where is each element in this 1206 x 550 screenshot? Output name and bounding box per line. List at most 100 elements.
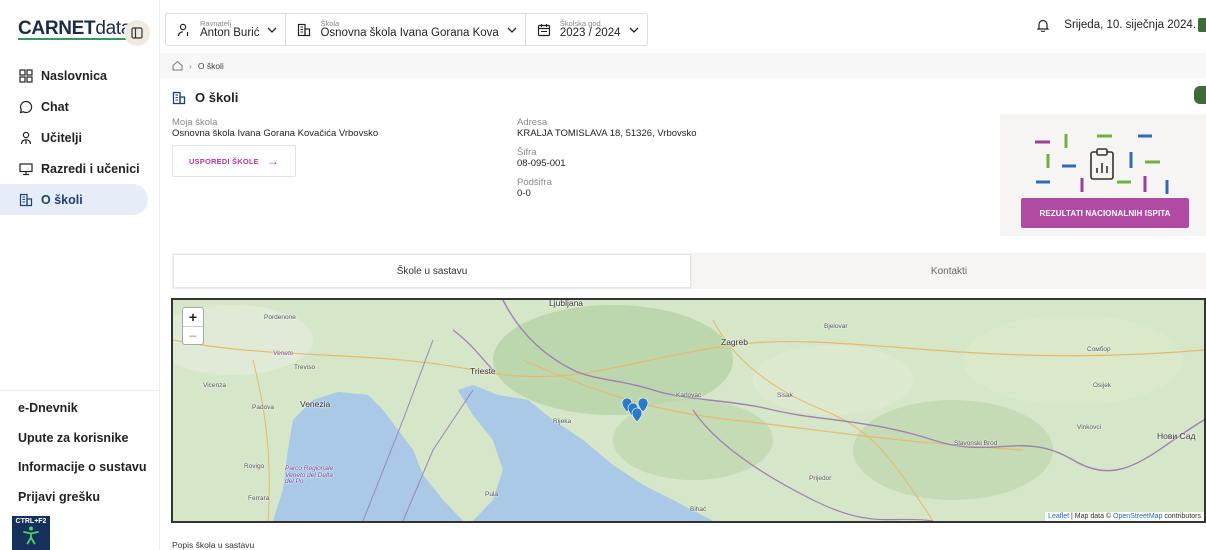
chevron-down-icon	[629, 25, 639, 35]
attribution-text: | Map data ©	[1069, 513, 1114, 520]
sidebar-item-ucitelji[interactable]: Učitelji	[8, 122, 148, 153]
top-bar: Ravnatelj Anton Burić Škola Osnovna škol…	[160, 0, 1206, 48]
sidebar: CARNETdata Naslovnica Chat Učitelji Razr…	[0, 0, 160, 550]
footer-link-e-dnevnik[interactable]: e-Dnevnik	[18, 399, 147, 429]
chevron-down-icon	[267, 25, 277, 35]
brand-main: CARNET	[18, 18, 96, 39]
principal-value: Anton Burić	[200, 27, 260, 40]
address-label: Adresa	[517, 117, 548, 128]
map-label-bjelovar: Bjelovar	[824, 323, 848, 330]
context-selectors: Ravnatelj Anton Burić Škola Osnovna škol…	[165, 13, 648, 46]
sidebar-collapse-button[interactable]	[124, 20, 150, 46]
compare-schools-label: USPOREDI ŠKOLE	[188, 156, 259, 166]
page-title: O školi	[172, 90, 238, 105]
accessibility-shortcut: CTRL+F2	[15, 518, 47, 525]
map-attribution: Leaflet | Map data © OpenStreetMap contr…	[1045, 512, 1204, 521]
breadcrumb: › O školi	[160, 53, 1206, 78]
school-list-title: Popis škola u sastavu	[172, 540, 255, 550]
map-label-treviso: Treviso	[294, 364, 316, 371]
subcode-label: Podšifra	[517, 177, 552, 188]
dashboard-icon	[18, 68, 34, 84]
map-label-veneto: Veneto	[273, 350, 294, 357]
accessibility-icon	[23, 526, 39, 545]
map-label-bihac: Bihać	[690, 506, 707, 513]
sidebar-item-o-skoli[interactable]: O školi	[0, 184, 148, 215]
map-label-rijeka: Rijeka	[553, 418, 572, 425]
school-year-selector[interactable]: Školska god. 2023 / 2024	[526, 14, 647, 45]
school-map[interactable]: Ljubljana Zagreb Trieste Venezia Rijeka …	[171, 298, 1206, 523]
current-date: Srijeda, 10. siječnja 2024.	[1064, 19, 1196, 31]
map-label-po-delta: Parco Regionale Veneto del Delta del Po	[285, 465, 334, 485]
map-label-pula: Pula	[485, 491, 499, 498]
breadcrumb-current: O školi	[197, 60, 224, 71]
side-badge[interactable]	[1194, 86, 1206, 104]
sidebar-item-chat[interactable]: Chat	[8, 91, 148, 122]
school-icon	[172, 91, 186, 105]
openstreetmap-link[interactable]: OpenStreetMap	[1113, 513, 1162, 520]
school-value: Osnovna škola Ivana Gorana Kova	[320, 27, 499, 40]
footer-link-prijavi-gresku[interactable]: Prijavi grešku	[18, 488, 147, 518]
subcode-value: 0-0	[517, 188, 531, 199]
exam-results-illustration	[1035, 134, 1169, 194]
teacher-icon	[18, 130, 34, 146]
footer-link-informacije[interactable]: Informacije o sustavu	[18, 458, 147, 488]
map-label-sombor: Сомбор	[1087, 346, 1111, 353]
compare-schools-button[interactable]: USPOREDI ŠKOLE →	[172, 145, 296, 177]
code-label: Šifra	[517, 147, 537, 158]
school-tabs: Škole u sastavu Kontakti	[172, 253, 1206, 289]
school-icon	[18, 192, 34, 208]
map-label-sisak: Sisak	[777, 392, 793, 399]
zoom-in-button[interactable]: +	[183, 308, 203, 326]
map-label-venezia: Venezia	[300, 399, 331, 409]
code-value: 08-095-001	[517, 158, 566, 169]
national-exam-results-button[interactable]: REZULTATI NACIONALNIH ISPITA	[1021, 198, 1189, 228]
map-label-osijek: Osijek	[1093, 382, 1112, 389]
map-label-pordenone: Pordenone	[264, 314, 296, 321]
header-right: Srijeda, 10. siječnja 2024.	[1036, 18, 1206, 32]
map-label-novi-sad: Нови Сад	[1157, 431, 1196, 441]
panel-toggle-icon	[131, 27, 143, 39]
map-label-karlovac: Karlovac	[676, 392, 702, 399]
tab-kontakti[interactable]: Kontakti	[692, 253, 1206, 289]
sidebar-divider	[0, 390, 160, 391]
sidebar-item-razredi[interactable]: Razredi i učenici	[8, 153, 148, 184]
accessibility-button[interactable]: CTRL+F2	[12, 516, 50, 550]
school-year-value: 2023 / 2024	[559, 27, 621, 40]
school-selector[interactable]: Škola Osnovna škola Ivana Gorana Kova	[286, 14, 526, 45]
tab-skole-u-sastavu[interactable]: Škole u sastavu	[173, 254, 691, 288]
sidebar-footer-links: e-Dnevnik Upute za korisnike Informacije…	[18, 399, 147, 517]
map-label-ferrara: Ferrara	[248, 495, 270, 502]
classroom-icon	[18, 161, 34, 177]
chevron-right-icon: ›	[189, 60, 192, 71]
user-avatar-tab[interactable]	[1198, 18, 1206, 32]
map-label-prijedor: Prijedor	[809, 475, 832, 482]
bell-icon[interactable]	[1036, 18, 1050, 32]
map-label-zagreb: Zagreb	[721, 337, 748, 347]
brand-logo[interactable]: CARNETdata	[18, 18, 131, 40]
chevron-down-icon	[507, 25, 517, 35]
principal-label: Ravnatelj	[200, 18, 232, 28]
address-value: KRALJA TOMISLAVA 18, 51326, Vrbovsko	[517, 128, 697, 139]
school-label: Škola	[320, 18, 340, 28]
map-label-slavonski-brod: Slavonski Brod	[954, 440, 998, 447]
map-label-padova: Padova	[252, 404, 275, 411]
footer-link-upute[interactable]: Upute za korisnike	[18, 429, 147, 459]
map-tiles	[173, 300, 1204, 521]
leaflet-link[interactable]: Leaflet	[1048, 513, 1069, 520]
sidebar-item-label: O školi	[41, 192, 83, 207]
calendar-icon	[536, 22, 552, 38]
zoom-out-button[interactable]: −	[183, 326, 203, 344]
map-zoom-control: + −	[182, 307, 204, 345]
principal-selector[interactable]: Ravnatelj Anton Burić	[166, 14, 287, 45]
map-label-trieste: Trieste	[470, 366, 496, 376]
app-root: CARNETdata Naslovnica Chat Učitelji Razr…	[0, 0, 1206, 550]
school-icon	[296, 22, 312, 38]
map-label-vinkovci: Vinkovci	[1077, 424, 1102, 431]
sidebar-item-naslovnica[interactable]: Naslovnica	[8, 60, 148, 91]
school-year-label: Školska god.	[559, 18, 603, 28]
page-title-text: O školi	[195, 90, 239, 105]
sidebar-item-label: Razredi i učenici	[41, 161, 140, 176]
sidebar-item-label: Naslovnica	[41, 68, 108, 83]
home-icon[interactable]	[172, 60, 183, 71]
map-label-rovigo: Rovigo	[244, 463, 265, 470]
